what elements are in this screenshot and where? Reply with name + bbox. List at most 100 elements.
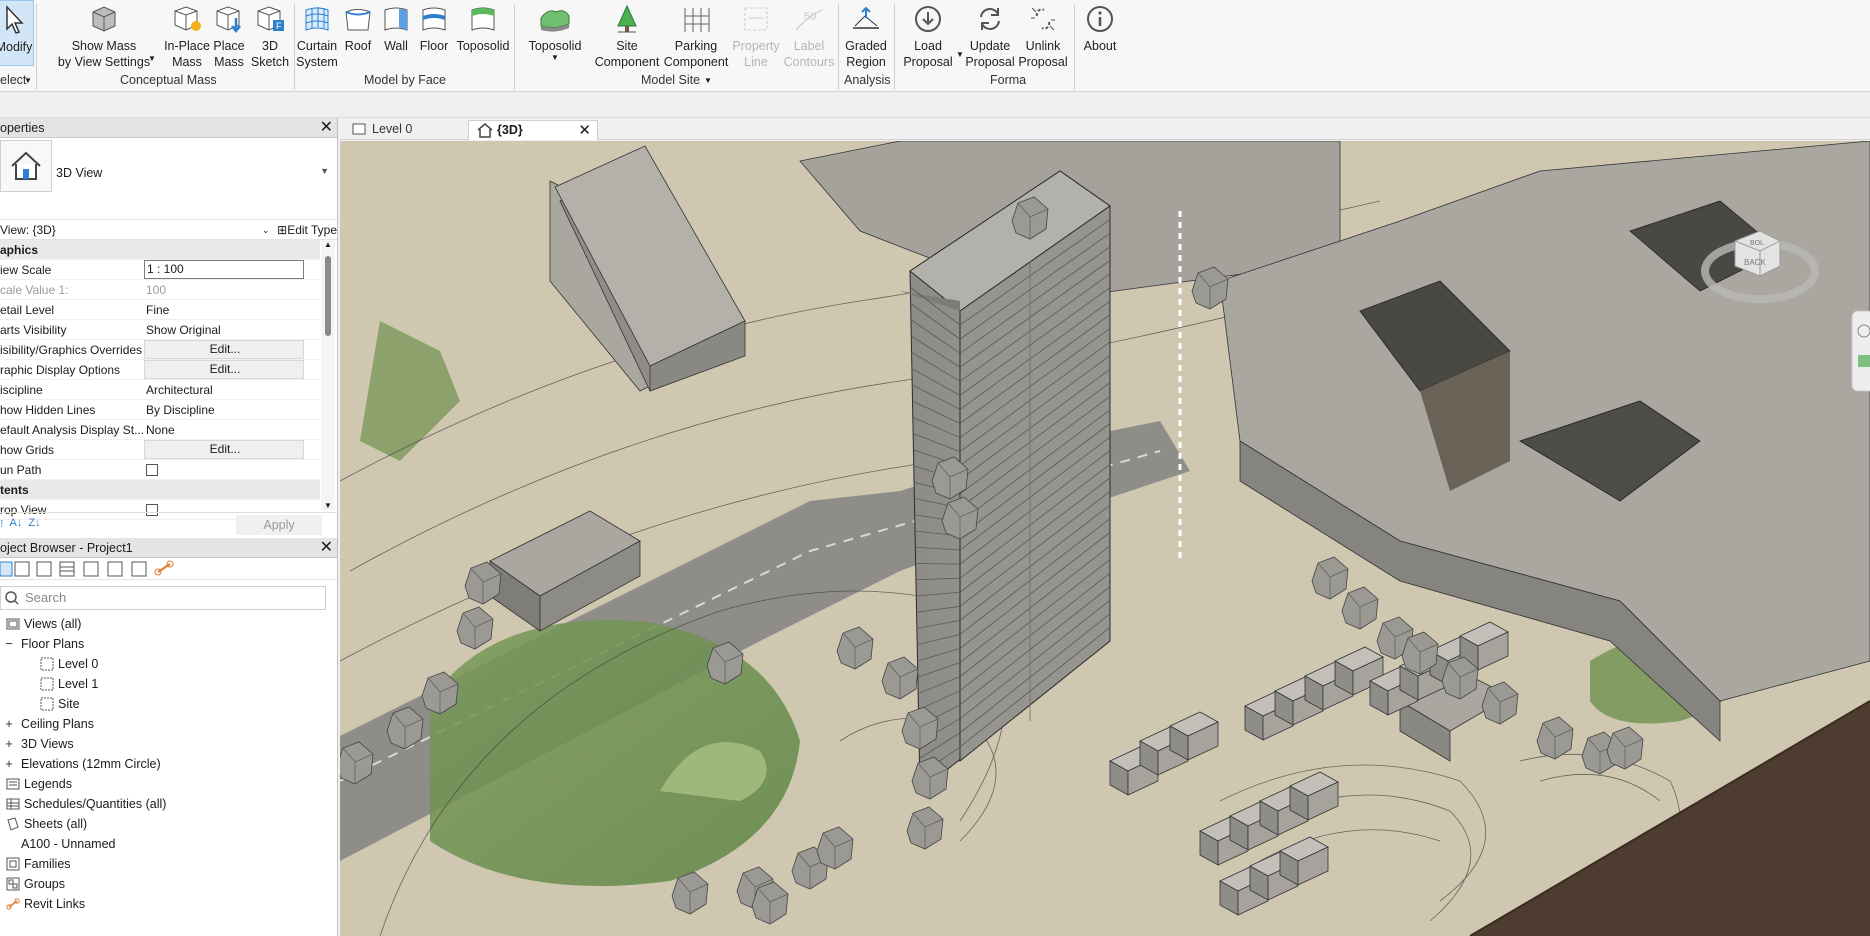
separator xyxy=(1074,4,1075,90)
tree-item[interactable]: + Ceiling Plans xyxy=(0,714,337,734)
expand-icon[interactable]: + xyxy=(4,714,14,734)
roof-button[interactable]: Roof xyxy=(340,0,376,54)
chevron-down-icon[interactable]: ▼ xyxy=(320,166,329,176)
floor-plan-icon xyxy=(40,677,54,691)
select-dropdown-icon[interactable]: ▼ xyxy=(24,76,32,85)
in-place-mass-button[interactable]: In-Place Mass xyxy=(162,0,212,70)
expand-icon[interactable]: + xyxy=(4,754,14,774)
parking-component-button[interactable]: Parking Component xyxy=(660,0,732,70)
browser-toolbar-icon[interactable] xyxy=(83,561,99,577)
load-proposal-button[interactable]: Load Proposal xyxy=(902,0,954,70)
label-contours-button[interactable]: 50 Label Contours xyxy=(782,0,836,70)
3d-sketch-button[interactable]: F 3D Sketch xyxy=(249,0,291,70)
property-name: arts Visibility xyxy=(0,323,67,337)
properties-scrollbar[interactable]: ▲ ▼ xyxy=(321,240,335,510)
toposolid-button[interactable]: Toposolid xyxy=(526,0,584,54)
toposolid-label: Toposolid xyxy=(528,39,582,53)
tree-item[interactable]: − Floor Plans xyxy=(0,634,337,654)
browser-toolbar-icon[interactable] xyxy=(59,561,75,577)
close-icon[interactable]: ✕ xyxy=(320,118,333,138)
close-icon[interactable]: ✕ xyxy=(320,538,333,558)
show-mass-dropdown-icon[interactable]: ▼ xyxy=(148,54,156,63)
close-icon[interactable]: ✕ xyxy=(578,121,591,140)
curtain-system-button[interactable]: Curtain System xyxy=(295,0,339,70)
tree-item[interactable]: Views (all) xyxy=(0,614,337,634)
tree-item[interactable]: Families xyxy=(0,854,337,874)
view-selector-label: View: {3D} xyxy=(0,223,56,237)
place-mass-button[interactable]: Place Mass xyxy=(208,0,250,70)
site-component-label-2: Component xyxy=(594,55,660,69)
tree-item[interactable]: Schedules/Quantities (all) xyxy=(0,794,337,814)
tab-level-0[interactable]: Level 0 xyxy=(344,120,464,140)
tree-item[interactable]: + Elevations (12mm Circle) xyxy=(0,754,337,774)
property-value[interactable] xyxy=(144,460,304,479)
tree-item[interactable]: Level 1 xyxy=(0,674,337,694)
tree-item[interactable]: A100 - Unnamed xyxy=(0,834,337,854)
apply-button[interactable]: Apply xyxy=(236,515,322,535)
about-button[interactable]: About xyxy=(1080,0,1120,54)
show-mass-button[interactable]: Show Mass by View Settings xyxy=(56,0,152,70)
3d-viewport[interactable]: BACK BOL xyxy=(340,141,1870,936)
scroll-up-icon[interactable]: ▲ xyxy=(324,240,332,249)
model-site-dropdown-icon[interactable]: ▼ xyxy=(704,76,712,85)
toposolid-by-face-button[interactable]: Toposolid xyxy=(454,0,512,54)
checkbox[interactable] xyxy=(146,464,158,476)
view-cube-front[interactable]: BACK xyxy=(1744,258,1766,267)
tree-item-label: Elevations (12mm Circle) xyxy=(21,757,161,771)
categorize-icon[interactable]: ⁝ xyxy=(0,517,4,530)
collapse-icon[interactable]: − xyxy=(4,634,14,654)
tab-label: {3D} xyxy=(497,123,523,137)
tree-item[interactable]: Legends xyxy=(0,774,337,794)
sort-descending-icon[interactable]: Z↓ xyxy=(28,517,40,530)
update-proposal-button[interactable]: Update Proposal xyxy=(964,0,1016,70)
search-input[interactable]: Search xyxy=(0,586,326,610)
tree-item[interactable]: Level 0 xyxy=(0,654,337,674)
scroll-thumb[interactable] xyxy=(325,256,331,336)
property-category[interactable]: tents xyxy=(0,480,320,500)
chevron-down-icon[interactable]: ⌄ xyxy=(262,220,270,240)
edit-type-button[interactable]: ⊞Edit Type xyxy=(277,220,337,240)
property-line-button[interactable]: Property Line xyxy=(732,0,780,70)
instance-selector[interactable]: View: {3D} ⌄ ⊞Edit Type xyxy=(0,220,337,240)
navigation-bar[interactable] xyxy=(1851,310,1870,392)
property-value: Show Original xyxy=(146,323,221,337)
property-category[interactable]: aphics xyxy=(0,240,320,260)
edit-button[interactable]: Edit... xyxy=(144,340,304,359)
steering-wheel-icon[interactable] xyxy=(1858,355,1870,367)
browser-toolbar-icon[interactable] xyxy=(14,561,30,577)
scroll-down-icon[interactable]: ▼ xyxy=(324,501,332,510)
load-proposal-dropdown-icon[interactable]: ▼ xyxy=(956,50,964,59)
graded-region-button[interactable]: Graded Region xyxy=(842,0,890,70)
link-icon[interactable] xyxy=(154,560,174,576)
3d-model-scene[interactable]: BACK BOL xyxy=(340,141,1870,936)
modify-button[interactable]: Modify xyxy=(0,0,34,66)
property-row: un Path xyxy=(0,460,320,480)
tree-item[interactable]: Sheets (all) xyxy=(0,814,337,834)
tree-item[interactable]: Revit Links xyxy=(0,894,337,914)
floor-button[interactable]: Floor xyxy=(416,0,452,54)
edit-button[interactable]: Edit... xyxy=(144,440,304,459)
browser-toolbar-icon[interactable] xyxy=(0,561,13,577)
mass-cube-icon xyxy=(87,0,121,34)
view-cube-top[interactable]: BOL xyxy=(1750,240,1764,247)
view-scale-input[interactable]: 1 : 100 xyxy=(144,260,304,279)
unlink-proposal-button[interactable]: Unlink Proposal xyxy=(1016,0,1070,70)
sort-ascending-icon[interactable]: A↓ xyxy=(10,517,23,530)
browser-toolbar-icon[interactable] xyxy=(36,561,52,577)
tree-item[interactable]: Groups xyxy=(0,874,337,894)
browser-toolbar-icon[interactable] xyxy=(107,561,123,577)
panel-select[interactable]: elect xyxy=(0,73,26,87)
tree-item[interactable]: Site xyxy=(0,694,337,714)
edit-button[interactable]: Edit... xyxy=(144,360,304,379)
site-component-button[interactable]: Site Component xyxy=(592,0,662,70)
properties-palette: operties ✕ 3D View ▼ View: {3D} ⌄ ⊞Edit … xyxy=(0,118,338,538)
type-selector[interactable]: 3D View ▼ xyxy=(0,138,337,220)
toposolid-dropdown-icon[interactable]: ▼ xyxy=(551,53,559,62)
property-row: how Hidden Lines By Discipline xyxy=(0,400,320,420)
tree-item-label: Sheets (all) xyxy=(24,817,88,831)
expand-icon[interactable]: + xyxy=(4,734,14,754)
tree-item[interactable]: +3D Views xyxy=(0,734,337,754)
browser-toolbar-icon[interactable] xyxy=(131,561,147,577)
wall-button[interactable]: Wall xyxy=(378,0,414,54)
tab-3d[interactable]: {3D} ✕ xyxy=(468,120,598,140)
